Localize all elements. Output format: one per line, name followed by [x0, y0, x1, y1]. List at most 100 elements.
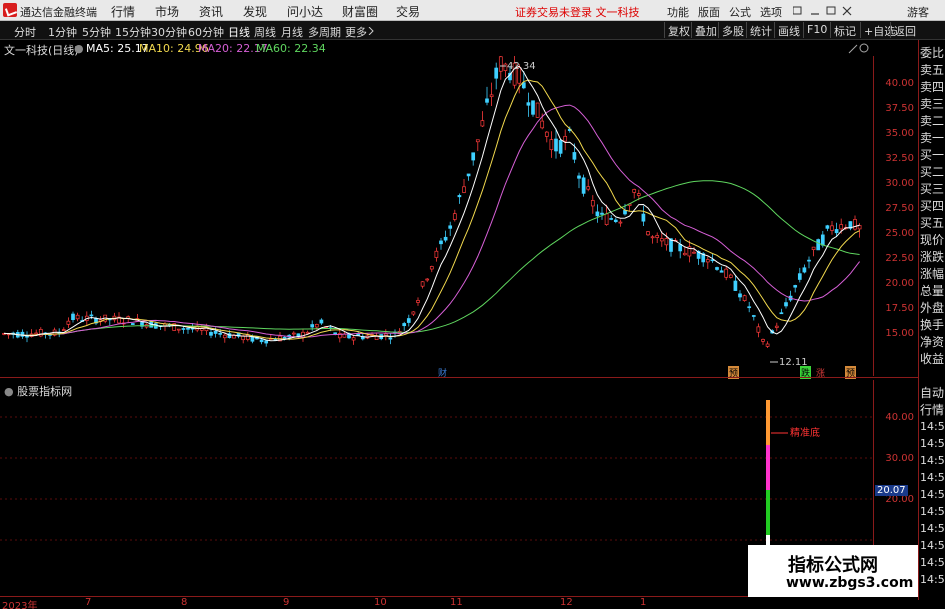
- price-tick: 20.00: [885, 278, 914, 289]
- side-time: 14:50: [920, 505, 945, 518]
- watermark-url: www.zbgs3.com: [786, 575, 914, 591]
- side-outer: 外盘: [920, 301, 945, 315]
- menu-xuanxiang[interactable]: 选项: [760, 4, 782, 20]
- candle-body: [429, 266, 434, 270]
- date-tick: 8: [181, 597, 188, 608]
- candle-body: [784, 302, 788, 307]
- candle-body: [25, 335, 29, 338]
- btn-fanhui[interactable]: 返回: [890, 22, 919, 38]
- candle-body: [728, 274, 733, 278]
- side-change: 涨跌: [920, 250, 945, 264]
- btn-fuquan[interactable]: 复权: [664, 22, 693, 38]
- candle-body: [544, 131, 549, 137]
- side-net-asset: 净资: [920, 335, 945, 349]
- ma5-line: [3, 65, 860, 342]
- indicator-tick: 40.00: [885, 412, 914, 423]
- side-buy2: 买二: [920, 165, 945, 179]
- price-tick: 32.50: [885, 153, 914, 164]
- candle-body: [457, 195, 462, 198]
- candle-body: [351, 337, 356, 341]
- candle-body: [259, 339, 264, 343]
- candle-body: [793, 285, 798, 288]
- window-controls-icon: [793, 6, 852, 16]
- candle-body: [531, 100, 535, 115]
- candle-body: [466, 173, 471, 177]
- candle-body: [682, 252, 687, 256]
- side-buy1: 买一: [920, 148, 945, 162]
- period-15min[interactable]: 15分钟: [115, 24, 151, 40]
- candle-body: [774, 325, 779, 328]
- price-axis: 40.00 37.50 35.00 32.50 30.00 27.50 25.0…: [873, 56, 918, 376]
- period-more[interactable]: 更多: [345, 24, 367, 40]
- side-weibi[interactable]: 委比: [920, 44, 944, 61]
- candle-body: [71, 313, 75, 321]
- side-turnover: 换手: [920, 318, 945, 332]
- menu-gongshi[interactable]: 公式: [729, 4, 751, 20]
- candle-body: [636, 193, 641, 196]
- quote-side-panel: 委比 卖五 卖四 卖三 卖二 卖一 买一 买二 买三 买四 买五 现价 涨跌 涨…: [918, 40, 945, 600]
- candle-body: [604, 213, 609, 226]
- period-monthly[interactable]: 月线: [281, 24, 303, 40]
- menu-hangqing[interactable]: 行情: [111, 3, 135, 20]
- date-tick: 11: [450, 597, 463, 608]
- btn-tongji[interactable]: 统计: [746, 22, 775, 38]
- side-auto[interactable]: 自动: [920, 384, 944, 401]
- candle-body: [554, 138, 558, 152]
- period-30min[interactable]: 30分钟: [151, 24, 187, 40]
- candle-body: [264, 340, 269, 344]
- btn-f10[interactable]: F10: [803, 22, 830, 38]
- indicator-tick: 30.00: [885, 453, 914, 464]
- candle-body: [480, 120, 485, 127]
- login-notice: 证券交易未登录 文一科技: [515, 6, 640, 19]
- settings-dot-icon[interactable]: ●: [74, 42, 84, 55]
- menu-caifuquan[interactable]: 财富圈: [342, 3, 378, 20]
- period-1min[interactable]: 1分钟: [48, 24, 77, 40]
- side-earnings: 收益: [920, 352, 945, 366]
- candle-body: [581, 177, 586, 194]
- period-daily[interactable]: 日线: [228, 24, 250, 40]
- side-buy5: 买五: [920, 216, 945, 230]
- candle-body: [416, 300, 420, 303]
- menu-gongneng[interactable]: 功能: [667, 4, 689, 20]
- menu-shichang[interactable]: 市场: [155, 3, 179, 20]
- price-tick: 37.50: [885, 103, 914, 114]
- side-buy4: 买四: [920, 199, 945, 213]
- candle-body: [816, 239, 821, 251]
- candle-body: [305, 331, 310, 334]
- candle-body: [747, 306, 752, 309]
- pane-divider: [0, 377, 918, 378]
- side-time: 14:50: [920, 522, 945, 535]
- menu-faxian[interactable]: 发现: [243, 3, 267, 20]
- candle-body: [75, 314, 80, 320]
- candle-body: [420, 281, 425, 287]
- side-quotes[interactable]: 行情: [920, 401, 944, 418]
- kline-chart[interactable]: 42.34 12.11: [0, 56, 873, 376]
- btn-biaoji[interactable]: 标记: [830, 22, 859, 38]
- indicator-bar-orange: [766, 400, 770, 445]
- candle-body: [692, 251, 696, 254]
- chart-tools-icon[interactable]: [848, 43, 870, 54]
- candle-body: [678, 244, 683, 252]
- menu-jiaoyi[interactable]: 交易: [396, 3, 420, 20]
- date-tick: 1: [640, 597, 647, 608]
- period-weekly[interactable]: 周线: [254, 24, 276, 40]
- period-fenshi[interactable]: 分时: [14, 24, 36, 40]
- candle-body: [130, 323, 135, 325]
- candle-body: [319, 319, 324, 324]
- btn-diejia[interactable]: 叠加: [691, 22, 720, 38]
- candle-body: [590, 200, 595, 207]
- period-5min[interactable]: 5分钟: [82, 24, 111, 40]
- candle-body: [811, 246, 816, 250]
- guest-label[interactable]: 游客: [907, 4, 929, 20]
- menu-banmian[interactable]: 版面: [698, 4, 720, 20]
- menu-wenxiaoda[interactable]: 问小达: [287, 3, 323, 20]
- candle-body: [540, 120, 545, 129]
- period-multi[interactable]: 多周期: [308, 24, 341, 40]
- candle-body: [825, 225, 830, 229]
- period-60min[interactable]: 60分钟: [188, 24, 224, 40]
- btn-duogu[interactable]: 多股: [718, 22, 747, 38]
- indicator-chart[interactable]: 精准底: [0, 395, 873, 595]
- menu-zixun[interactable]: 资讯: [199, 3, 223, 20]
- btn-huaxian[interactable]: 画线: [774, 22, 803, 38]
- side-time: 14:50: [920, 420, 945, 433]
